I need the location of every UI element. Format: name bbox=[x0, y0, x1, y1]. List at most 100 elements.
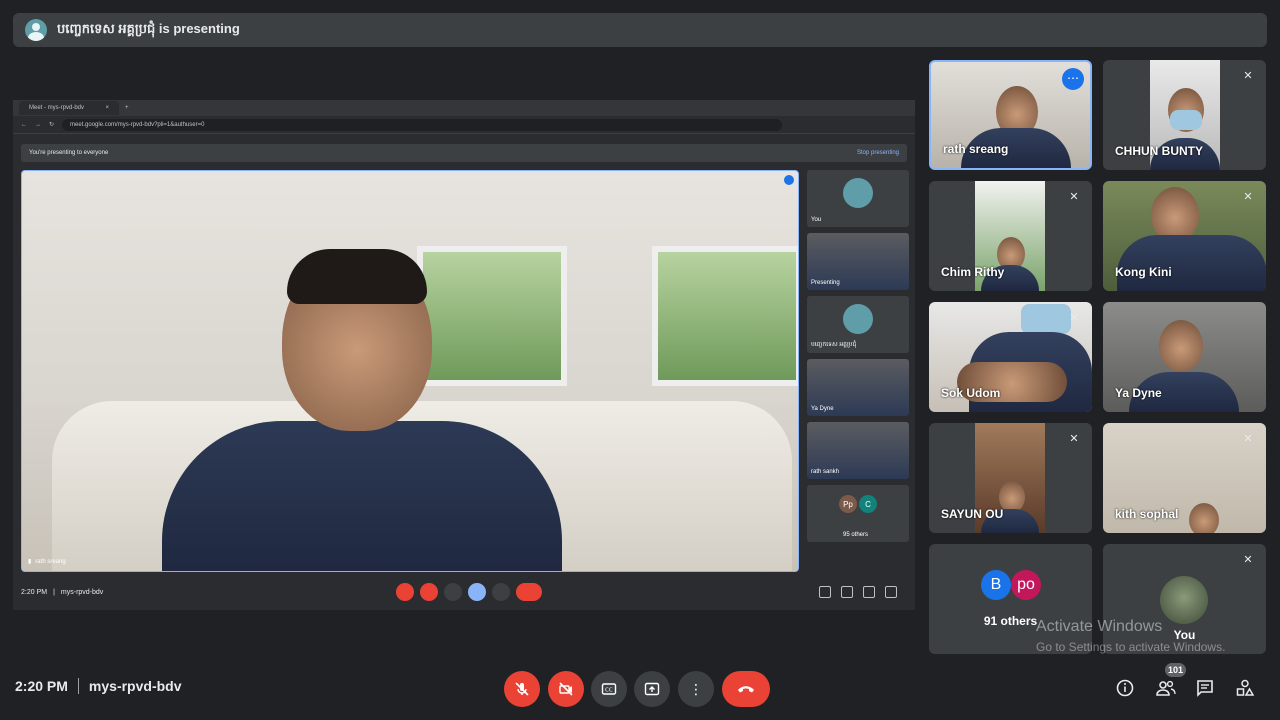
captions-button[interactable]: CC bbox=[591, 671, 627, 707]
mic-off-icon: ✕ bbox=[1243, 70, 1253, 82]
shared-right-icons bbox=[819, 586, 897, 598]
url-field: meet.google.com/mys-rpvd-bdv?pli=1&authu… bbox=[62, 118, 783, 131]
mic-off-icon: ▮ bbox=[28, 559, 32, 565]
mic-off-icon: ✕ bbox=[1243, 554, 1253, 566]
mic-off-icon bbox=[515, 682, 529, 696]
participant-name: CHHUN BUNTY bbox=[1115, 144, 1203, 158]
people-button[interactable] bbox=[1154, 676, 1178, 700]
url-text: meet.google.com/mys-rpvd-bdv?pli=1&authu… bbox=[70, 121, 205, 128]
shared-tile: Ya Dyne bbox=[807, 359, 909, 416]
captions-icon: CC bbox=[601, 683, 617, 695]
participant-tile-chim-rithy[interactable]: ✕ Chim Rithy bbox=[929, 181, 1092, 291]
forward-icon: → bbox=[35, 121, 41, 128]
participant-name: Sok Udom bbox=[941, 386, 1001, 400]
bottom-bar: 2:20 PM mys-rpvd-bdv CC ⋮ 101 bbox=[0, 660, 1280, 720]
presenting-bar: You're presenting to everyone Stop prese… bbox=[21, 144, 907, 162]
participant-tile-you[interactable]: ✕ You bbox=[1103, 544, 1266, 654]
chat-icon bbox=[1197, 680, 1213, 697]
wall-painting bbox=[652, 246, 798, 386]
close-icon: × bbox=[105, 105, 109, 111]
participant-tile-others[interactable]: B po 91 others bbox=[929, 544, 1092, 654]
participant-name: Chim Rithy bbox=[941, 265, 1005, 279]
participant-tile-sayun-ou[interactable]: ✕ SAYUN OU bbox=[929, 423, 1092, 533]
mic-off-icon bbox=[396, 583, 414, 601]
participant-tile-chhun-bunty[interactable]: ✕ CHHUN BUNTY bbox=[1103, 60, 1266, 170]
shared-main-video: ▮ rath sreang bbox=[21, 170, 799, 572]
avatar bbox=[843, 304, 873, 334]
participant-name: kith sophal bbox=[1115, 507, 1179, 521]
shared-speaker-label: ▮ rath sreang bbox=[28, 558, 66, 566]
info-icon bbox=[819, 586, 831, 598]
info-icon bbox=[1116, 679, 1134, 697]
mic-off-icon: ✕ bbox=[1243, 433, 1253, 445]
hang-up-icon bbox=[738, 686, 754, 693]
more-options-icon[interactable]: ⋯ bbox=[1062, 68, 1084, 90]
activities-icon bbox=[1236, 679, 1254, 696]
back-icon: ← bbox=[21, 121, 27, 128]
camera-off-icon bbox=[559, 682, 573, 696]
shared-time: 2:20 PM bbox=[21, 588, 48, 596]
hang-up-icon bbox=[516, 583, 542, 601]
avatar: po bbox=[1011, 570, 1041, 600]
present-icon bbox=[468, 583, 486, 601]
participant-tile-sok-udom[interactable]: ✕ Sok Udom bbox=[929, 302, 1092, 412]
mic-off-icon: ✕ bbox=[1243, 191, 1253, 203]
mic-off-icon: ✕ bbox=[1069, 312, 1079, 324]
shared-tile: rath sankh bbox=[807, 422, 909, 479]
stop-presenting-link: Stop presenting bbox=[856, 150, 899, 156]
meeting-info: 2:20 PM mys-rpvd-bdv bbox=[15, 678, 182, 694]
participant-name: SAYUN OU bbox=[941, 507, 1004, 521]
people-count-badge: 101 bbox=[1165, 663, 1187, 677]
more-options-icon bbox=[784, 175, 794, 185]
participant-tile-kith-sophal[interactable]: ✕ kith sophal bbox=[1103, 423, 1266, 533]
participant-name: Kong Kini bbox=[1115, 265, 1172, 279]
chat-button[interactable] bbox=[1193, 676, 1217, 700]
mic-off-icon: ✕ bbox=[1069, 433, 1079, 445]
chat-icon bbox=[863, 586, 875, 598]
meeting-details-button[interactable] bbox=[1113, 676, 1137, 700]
people-icon bbox=[1156, 680, 1176, 696]
camera-toggle-button[interactable] bbox=[548, 671, 584, 707]
mic-off-icon: ✕ bbox=[1069, 191, 1079, 203]
camera-off-icon bbox=[420, 583, 438, 601]
reload-icon: ↻ bbox=[49, 122, 55, 128]
shared-tile: Presenting bbox=[807, 233, 909, 290]
browser-tab-strip: Meet - mys-rpvd-bdv × + bbox=[13, 100, 915, 116]
captions-icon bbox=[444, 583, 462, 601]
divider bbox=[77, 678, 79, 694]
speaker-figure bbox=[162, 249, 562, 571]
activities-icon bbox=[885, 586, 897, 598]
shared-controls bbox=[396, 583, 542, 601]
browser-tab-title: Meet - mys-rpvd-bdv bbox=[29, 105, 85, 111]
shared-tile-column: You Presenting បញ្ចេកទេស អគ្គប្រជុំ Ya D… bbox=[807, 170, 909, 548]
shared-tile: You bbox=[807, 170, 909, 227]
shared-screen: Meet - mys-rpvd-bdv × + ← → ↻ meet.googl… bbox=[13, 100, 915, 610]
presenting-to-everyone-text: You're presenting to everyone bbox=[29, 150, 109, 156]
shared-meeting-code: mys-rpvd-bdv bbox=[60, 588, 104, 596]
people-icon bbox=[841, 586, 853, 598]
meeting-code: mys-rpvd-bdv bbox=[88, 678, 182, 694]
participant-name: rath sreang bbox=[943, 142, 1009, 156]
activation-watermark-title: Activate Windows bbox=[1036, 618, 1163, 635]
mic-toggle-button[interactable] bbox=[504, 671, 540, 707]
new-tab-icon: + bbox=[125, 105, 129, 111]
svg-text:CC: CC bbox=[605, 688, 613, 694]
more-options-icon: ⋮ bbox=[689, 680, 703, 697]
present-icon bbox=[644, 682, 660, 696]
shared-tile-others: Pp C 95 others bbox=[807, 485, 909, 542]
meeting-time: 2:20 PM bbox=[15, 678, 68, 694]
avatar bbox=[843, 178, 873, 208]
participant-tile-kong-kini[interactable]: ✕ Kong Kini bbox=[1103, 181, 1266, 291]
more-options-button[interactable]: ⋮ bbox=[678, 671, 714, 707]
avatar: B bbox=[981, 570, 1011, 600]
browser-address-bar: ← → ↻ meet.google.com/mys-rpvd-bdv?pli=1… bbox=[13, 116, 915, 134]
activities-button[interactable] bbox=[1233, 676, 1257, 700]
leave-call-button[interactable] bbox=[722, 671, 770, 707]
more-options-icon bbox=[492, 583, 510, 601]
participant-tile-ya-dyne[interactable]: Ya Dyne bbox=[1103, 302, 1266, 412]
shared-bottom-bar: 2:20 PM | mys-rpvd-bdv bbox=[21, 580, 907, 604]
presenter-avatar-icon bbox=[25, 19, 47, 41]
participant-tile-rath-sreang[interactable]: ⋯ rath sreang bbox=[929, 60, 1092, 170]
present-now-button[interactable] bbox=[634, 671, 670, 707]
shared-tile: បញ្ចេកទេស អគ្គប្រជុំ bbox=[807, 296, 909, 353]
